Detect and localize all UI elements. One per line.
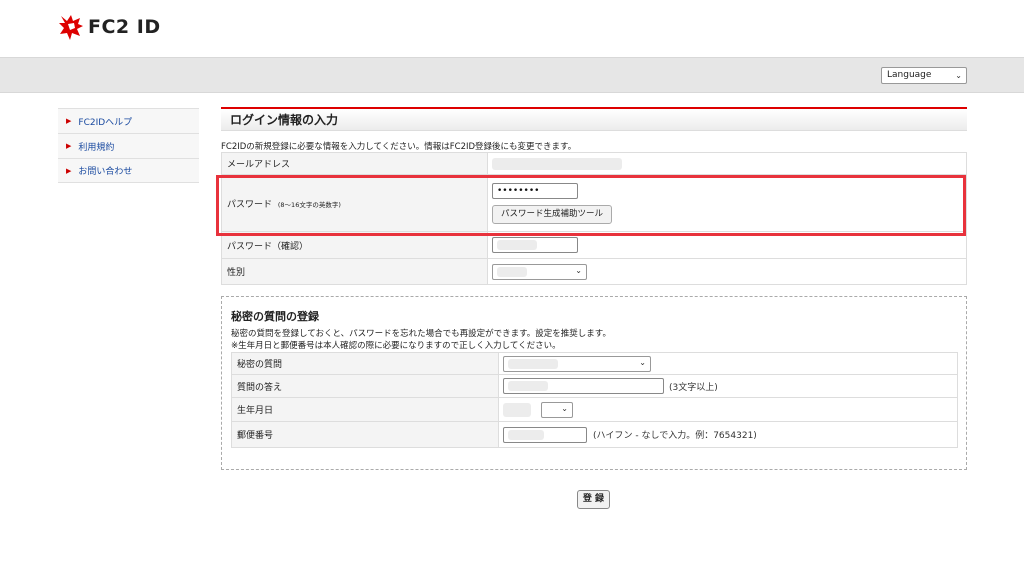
secret-answer-hint: (3文字以上) (669, 382, 718, 393)
fc2-horse-logo-icon (59, 15, 83, 40)
secret-section-description: 秘密の質問を登録しておくと、パスワードを忘れた場合でも再設定ができます。設定を推… (231, 329, 611, 339)
logo-text: FC2 ID (88, 16, 161, 38)
secret-question-section: 秘密の質問の登録 秘密の質問を登録しておくと、パスワードを忘れた場合でも再設定が… (221, 296, 967, 470)
secret-answer-input[interactable] (503, 378, 664, 394)
secret-question-redacted (508, 358, 558, 369)
email-value-cell (487, 152, 967, 175)
password-confirm-label: パスワード（確認） (221, 231, 488, 259)
email-row: メールアドレス (221, 152, 967, 175)
password-input[interactable]: •••••••• (492, 183, 578, 199)
secret-question-select[interactable]: ⌄ (503, 355, 651, 372)
sidebar: ▶ FC2IDヘルプ ▶ 利用規約 ▶ お問い合わせ (58, 108, 199, 183)
postal-label: 郵便番号 (231, 421, 499, 448)
chevron-down-icon: ⌄ (639, 357, 646, 367)
postal-row: 郵便番号 (ハイフン - なしで入力。例：7654321) (231, 421, 958, 448)
gender-select-redacted (497, 266, 527, 277)
password-row: パスワード (8〜16文字の英数字) •••••••• パスワード生成補助ツール (221, 174, 967, 232)
password-label: パスワード (227, 199, 273, 210)
birthday-year-redacted[interactable] (503, 402, 531, 417)
sidebar-item-label: お問い合わせ (78, 167, 133, 177)
header: FC2 ID (0, 0, 1024, 57)
postal-input[interactable] (503, 426, 587, 443)
login-section: ログイン情報の入力 FC2IDの新規登録に必要な情報を入力してください。情報はF… (221, 107, 967, 285)
gender-row: 性別 ⌄ (221, 258, 967, 285)
email-label: メールアドレス (221, 152, 488, 175)
language-select-label: Language (887, 70, 932, 80)
chevron-down-icon: ⌄ (955, 71, 962, 80)
language-select[interactable]: Language ⌄ (881, 67, 967, 84)
birthday-label: 生年月日 (231, 397, 499, 422)
secret-answer-label: 質問の答え (231, 374, 499, 398)
register-button[interactable]: 登 録 (577, 490, 610, 509)
password-confirm-cell (487, 231, 967, 259)
gender-label: 性別 (221, 258, 488, 285)
secret-answer-row: 質問の答え (3文字以上) (231, 374, 958, 398)
secret-form-table: 秘密の質問 ⌄ 質問の答え (3文字以上) 生年月日 ⌄ 郵便番号 (ハイフン … (231, 352, 958, 448)
gender-select[interactable]: ⌄ (492, 263, 587, 280)
sidebar-item-label: 利用規約 (78, 142, 115, 153)
secret-question-label: 秘密の質問 (231, 352, 499, 375)
sidebar-item-help[interactable]: ▶ FC2IDヘルプ (58, 108, 199, 133)
password-confirm-row: パスワード（確認） (221, 231, 967, 259)
secret-question-cell: ⌄ (498, 352, 958, 375)
secret-answer-cell: (3文字以上) (498, 374, 958, 398)
email-value-redacted (492, 158, 622, 170)
postal-cell: (ハイフン - なしで入力。例：7654321) (498, 421, 958, 448)
birthday-select[interactable]: ⌄ (541, 401, 573, 418)
login-section-title: ログイン情報の入力 (221, 107, 967, 131)
password-value-cell: •••••••• パスワード生成補助ツール (487, 174, 967, 232)
login-section-description: FC2IDの新規登録に必要な情報を入力してください。情報はFC2ID登録後にも変… (221, 142, 577, 152)
secret-answer-redacted (508, 381, 548, 391)
gender-cell: ⌄ (487, 258, 967, 285)
password-generator-button[interactable]: パスワード生成補助ツール (492, 205, 613, 224)
sidebar-item-contact[interactable]: ▶ お問い合わせ (58, 158, 199, 183)
triangle-right-icon: ▶ (66, 117, 72, 125)
password-confirm-redacted (497, 240, 537, 250)
chevron-down-icon: ⌄ (575, 265, 582, 275)
postal-hint: (ハイフン - なしで入力。例：7654321) (593, 431, 757, 441)
secret-question-row: 秘密の質問 ⌄ (231, 352, 958, 375)
birthday-row: 生年月日 ⌄ (231, 397, 958, 422)
secret-section-note: ※生年月日と郵便番号は本人確認の際に必要になりますので正しく入力してください。 (231, 341, 561, 351)
chevron-down-icon: ⌄ (561, 403, 568, 413)
secret-section-title: 秘密の質問の登録 (231, 310, 319, 323)
password-label-cell: パスワード (8〜16文字の英数字) (221, 174, 488, 232)
password-hint: (8〜16文字の英数字) (277, 200, 341, 209)
password-confirm-input[interactable] (492, 237, 578, 253)
fc2-logo[interactable]: FC2 ID (58, 12, 161, 42)
language-bar: Language ⌄ (0, 57, 1024, 93)
triangle-right-icon: ▶ (66, 166, 72, 175)
postal-redacted (508, 429, 544, 440)
birthday-cell: ⌄ (498, 397, 958, 422)
login-form-table: メールアドレス パスワード (8〜16文字の英数字) •••••••• パスワー… (221, 152, 967, 285)
triangle-right-icon: ▶ (66, 142, 72, 150)
sidebar-item-terms[interactable]: ▶ 利用規約 (58, 133, 199, 158)
sidebar-item-label: FC2IDヘルプ (78, 117, 133, 128)
